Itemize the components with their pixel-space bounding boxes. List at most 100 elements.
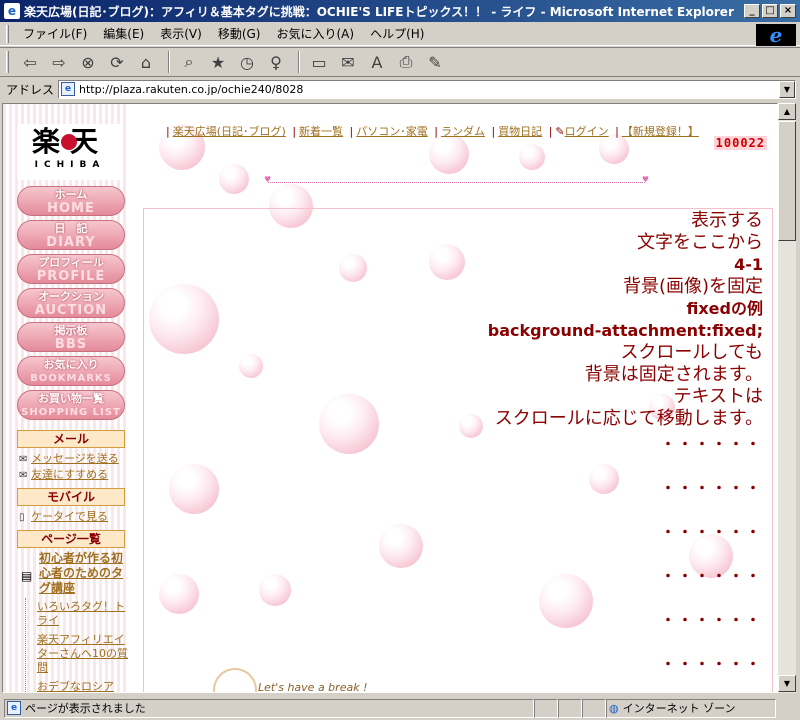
menu-bar: ファイル(F) 編集(E) 表示(V) 移動(G) お気に入り(A) ヘルプ(H…: [0, 22, 800, 46]
dots-line: ・・・・・・: [661, 437, 763, 453]
nav-label-en: DIARY: [46, 235, 96, 250]
page-item-link[interactable]: 楽天アフィリエイターさんへ10の質問: [37, 633, 129, 675]
favorites-icon[interactable]: ★: [205, 50, 231, 74]
bubble-decoration: [219, 164, 249, 194]
text-line: スクロールに応じて移動します。: [494, 408, 763, 429]
toolbar-separator: [168, 51, 170, 73]
toplink-plaza[interactable]: 楽天広場(日記･ブログ): [173, 125, 286, 138]
status-pane-main: e ページが表示されました: [4, 698, 534, 718]
dotted-divider: [264, 175, 649, 184]
status-text: ページが表示されました: [25, 702, 146, 715]
menu-edit[interactable]: 編集(E): [95, 23, 152, 44]
status-pane-blank: [582, 698, 606, 718]
menu-favorites[interactable]: お気に入り(A): [268, 23, 362, 44]
forward-icon[interactable]: ⇨: [46, 50, 72, 74]
recommend-friend-link[interactable]: ✉ 友達にすすめる: [19, 466, 108, 482]
text-line: background-attachment:fixed;: [487, 321, 763, 340]
search-icon[interactable]: ⌕: [176, 50, 202, 74]
nav-auction-button[interactable]: オークション AUCTION: [17, 288, 125, 318]
scroll-thumb[interactable]: [778, 121, 796, 241]
toplink-new[interactable]: 新着一覧: [299, 125, 343, 138]
envelope-icon: ✉: [19, 454, 28, 465]
menu-help[interactable]: ヘルプ(H): [362, 23, 432, 44]
nav-label-jp: ホーム: [54, 188, 88, 201]
scroll-up-icon[interactable]: ▲: [778, 103, 796, 120]
maximize-button[interactable]: □: [762, 4, 778, 18]
send-message-label[interactable]: メッセージを送る: [31, 452, 119, 465]
nav-profile-button[interactable]: プロフィール PROFILE: [17, 254, 125, 284]
top-links: | 楽天広場(日記･ブログ) | 新着一覧 | パソコン･家電 | ランダム | 買物日記…: [166, 125, 699, 138]
page-icon: e: [61, 82, 76, 96]
nav-label-jp: 掲示板: [54, 324, 88, 337]
print-icon[interactable]: ⎙: [393, 50, 419, 74]
address-input[interactable]: e http://plaza.rakuten.co.jp/ochie240/80…: [58, 79, 796, 99]
nav-label-en: PROFILE: [36, 269, 106, 284]
vertical-scrollbar[interactable]: ▲ ▼: [778, 103, 796, 693]
page-item-link[interactable]: いろいろタグ！トライ: [37, 600, 129, 628]
nav-diary-button[interactable]: 日 記 DIARY: [17, 220, 125, 250]
dots-line: ・・・・・・: [661, 481, 763, 497]
back-icon[interactable]: ⇦: [17, 50, 43, 74]
close-button[interactable]: ×: [780, 4, 796, 18]
status-bar: e ページが表示されました ◍ インターネット ゾーン: [0, 696, 800, 720]
nav-shopping-list-button[interactable]: お買い物一覧 SHOPPING LIST: [17, 390, 125, 420]
title-bar: e 楽天広場(日記･ブログ)：アフィリ＆基本タグに挑戦：OCHIE'S LIFE…: [0, 0, 800, 22]
minimize-button[interactable]: _: [744, 4, 760, 18]
rakuten-logo[interactable]: 楽天 ICHIBA: [17, 124, 123, 180]
text-line: 背景は固定されます。: [584, 364, 763, 385]
address-url[interactable]: http://plaza.rakuten.co.jp/ochie240/8028: [79, 83, 303, 96]
text-line: スクロールしても: [620, 342, 763, 363]
history-icon[interactable]: ◷: [234, 50, 260, 74]
mobile-view-label[interactable]: ケータイで見る: [31, 510, 108, 523]
fullscreen-icon[interactable]: ▭: [306, 50, 332, 74]
book-icon: ▤: [21, 569, 33, 583]
toplink-register[interactable]: 【新規登録！】: [622, 125, 699, 138]
nav-bbs-button[interactable]: 掲示板 BBS: [17, 322, 125, 352]
dots-line: ・・・・・・: [661, 525, 763, 541]
nav-label-en: BBS: [54, 337, 88, 352]
logo-dot: [61, 134, 77, 150]
nav-label-jp: プロフィール: [38, 256, 104, 269]
break-text: Let's have a break !: [258, 681, 368, 693]
phone-icon: ▯: [19, 512, 25, 523]
address-dropdown-icon[interactable]: ▼: [779, 80, 795, 98]
scroll-down-icon[interactable]: ▼: [778, 675, 796, 692]
toplink-login[interactable]: ログイン: [565, 125, 609, 138]
text-line: 文字をここから: [637, 232, 763, 253]
refresh-icon[interactable]: ⟳: [104, 50, 130, 74]
tree-line: [25, 598, 26, 692]
stop-icon[interactable]: ⊗: [75, 50, 101, 74]
mobile-view-link[interactable]: ▯ ケータイで見る: [19, 508, 108, 524]
send-message-link[interactable]: ✉ メッセージを送る: [19, 450, 119, 466]
address-bar: アドレス e http://plaza.rakuten.co.jp/ochie2…: [0, 78, 800, 100]
status-pane-blank: [558, 698, 582, 718]
zone-text: インターネット ゾーン: [622, 702, 736, 715]
nav-label-jp: オークション: [38, 290, 104, 303]
channels-icon[interactable]: ♀: [263, 50, 289, 74]
edit-icon[interactable]: ✎: [422, 50, 448, 74]
text-line: 表示する: [691, 210, 763, 231]
menu-grip: [6, 24, 9, 43]
toplink-pc[interactable]: パソコン･家電: [356, 125, 428, 138]
ie-logo-icon: e: [756, 24, 796, 46]
font-size-icon[interactable]: A: [364, 50, 390, 74]
bubble-decoration: [429, 134, 469, 174]
page-item-link[interactable]: おデブなロシア: [37, 680, 129, 692]
window-title: 楽天広場(日記･ブログ)：アフィリ＆基本タグに挑戦：OCHIE'S LIFEトピ…: [24, 4, 734, 19]
pen-icon: ✎: [555, 125, 565, 138]
nav-home-button[interactable]: ホーム HOME: [17, 186, 125, 216]
text-line: fixedの例: [686, 299, 764, 318]
recommend-friend-label[interactable]: 友達にすすめる: [31, 468, 108, 481]
toplink-random[interactable]: ランダム: [441, 125, 485, 138]
home-icon[interactable]: ⌂: [133, 50, 159, 74]
text-line: テキストは: [673, 386, 763, 407]
mail-icon[interactable]: ✉: [335, 50, 361, 74]
toplink-shopping-diary[interactable]: 買物日記: [498, 125, 542, 138]
menu-file[interactable]: ファイル(F): [15, 23, 95, 44]
menu-go[interactable]: 移動(G): [210, 23, 269, 44]
menu-view[interactable]: 表示(V): [152, 23, 210, 44]
nav-bookmarks-button[interactable]: お気に入り BOOKMARKS: [17, 356, 125, 386]
toolbar: ⇦ ⇨ ⊗ ⟳ ⌂ ⌕ ★ ◷ ♀ ▭ ✉ A ⎙ ✎: [0, 47, 800, 77]
tag-course-link[interactable]: 初心者が作る初心者のためのタグ講座: [39, 551, 127, 596]
toolbar-grip: [6, 51, 9, 73]
